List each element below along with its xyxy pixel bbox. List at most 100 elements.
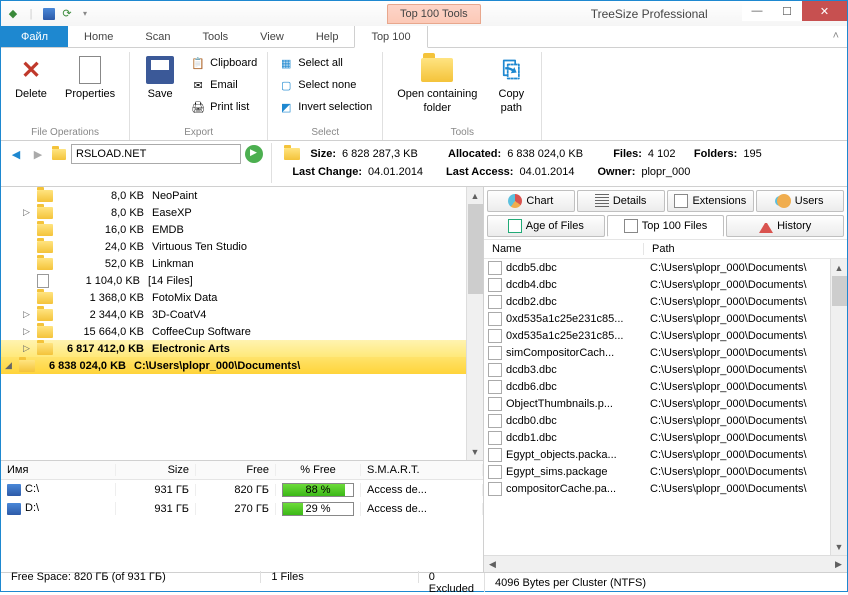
folder-up-icon[interactable] (51, 147, 67, 161)
tree-name: CoffeeCup Software (152, 326, 251, 338)
file-row[interactable]: dcdb2.dbcC:\Users\plopr_000\Documents\ (484, 293, 847, 310)
selectall-button[interactable]: ▦Select all (274, 52, 376, 74)
tab-age[interactable]: Age of Files (487, 215, 605, 237)
drive-row[interactable]: C:\931 ГБ820 ГБ88 %Access de... (1, 480, 483, 499)
properties-button[interactable]: Properties (57, 52, 123, 102)
scroll-down-icon[interactable]: ▼ (831, 538, 847, 555)
tree-row[interactable]: 8,0 KBNeoPaint (1, 187, 483, 204)
email-button[interactable]: ✉Email (186, 74, 261, 96)
qa-save-icon[interactable] (41, 6, 57, 22)
tab-users[interactable]: Users (756, 190, 844, 212)
menu-file[interactable]: Файл (1, 26, 68, 47)
tab-history[interactable]: History (726, 215, 844, 237)
drive-row[interactable]: D:\931 ГБ270 ГБ29 %Access de... (1, 499, 483, 518)
copypath-button[interactable]: ⎘ Copy path (487, 52, 535, 116)
file-row[interactable]: 0xd535a1c25e231c85...C:\Users\plopr_000\… (484, 310, 847, 327)
expand-arrow-icon[interactable]: ▷ (23, 207, 35, 218)
tree-row[interactable]: 1 368,0 KBFotoMix Data (1, 289, 483, 306)
tree-row[interactable]: 16,0 KBEMDB (1, 221, 483, 238)
filelist-col-path[interactable]: Path (644, 243, 847, 255)
tree-row[interactable]: ▷6 817 412,0 KBElectronic Arts (1, 340, 483, 357)
file-row[interactable]: dcdb4.dbcC:\Users\plopr_000\Documents\ (484, 276, 847, 293)
drives-col-pct[interactable]: % Free (276, 464, 361, 476)
file-row[interactable]: dcdb3.dbcC:\Users\plopr_000\Documents\ (484, 361, 847, 378)
tree-row[interactable]: ◢6 838 024,0 KBC:\Users\plopr_000\Docume… (1, 357, 483, 374)
clipboard-button[interactable]: 📋Clipboard (186, 52, 261, 74)
scroll-up-icon[interactable]: ▲ (831, 259, 847, 276)
tree-row[interactable]: ▷15 664,0 KBCoffeeCup Software (1, 323, 483, 340)
minimize-button[interactable]: — (742, 1, 772, 21)
file-list[interactable]: Name Path dcdb5.dbcC:\Users\plopr_000\Do… (484, 237, 847, 572)
tree-row[interactable]: ▷8,0 KBEaseXP (1, 204, 483, 221)
file-row[interactable]: compositorCache.pa...C:\Users\plopr_000\… (484, 480, 847, 497)
scroll-right-icon[interactable]: ▶ (830, 556, 847, 572)
qa-refresh-icon[interactable]: ⟳ (59, 6, 75, 22)
file-row[interactable]: dcdb6.dbcC:\Users\plopr_000\Documents\ (484, 378, 847, 395)
selectnone-icon: ▢ (278, 77, 294, 93)
address-input[interactable] (71, 144, 241, 164)
file-path: C:\Users\plopr_000\Documents\ (646, 483, 847, 495)
drive-icon (7, 503, 21, 515)
filelist-scrollbar[interactable]: ▲ ▼ (830, 259, 847, 555)
file-row[interactable]: dcdb1.dbcC:\Users\plopr_000\Documents\ (484, 429, 847, 446)
collapse-ribbon-icon[interactable]: ˄ (833, 30, 839, 42)
close-button[interactable]: ✕ (802, 1, 847, 21)
file-name: dcdb0.dbc (506, 415, 646, 427)
go-button[interactable] (245, 145, 263, 163)
file-row[interactable]: dcdb5.dbcC:\Users\plopr_000\Documents\ (484, 259, 847, 276)
tab-details[interactable]: Details (577, 190, 665, 212)
delete-button[interactable]: ✕ Delete (7, 52, 55, 102)
tree-row[interactable]: 52,0 KBLinkman (1, 255, 483, 272)
file-list-header[interactable]: Name Path (484, 239, 847, 259)
drives-header[interactable]: Имя Size Free % Free S.M.A.R.T. (1, 461, 483, 480)
scroll-thumb[interactable] (468, 204, 483, 294)
filelist-hscroll[interactable]: ◀ ▶ (484, 555, 847, 572)
tab-chart[interactable]: Chart (487, 190, 575, 212)
file-icon (488, 295, 502, 309)
menu-tools[interactable]: Tools (186, 26, 244, 47)
tree-row[interactable]: ▷2 344,0 KB3D-CoatV4 (1, 306, 483, 323)
drives-col-free[interactable]: Free (196, 464, 276, 476)
nav-forward-button[interactable]: ▶ (29, 145, 47, 163)
file-row[interactable]: 0xd535a1c25e231c85...C:\Users\plopr_000\… (484, 327, 847, 344)
qa-dropdown-icon[interactable]: ▾ (77, 6, 93, 22)
email-icon: ✉ (190, 77, 206, 93)
expand-arrow-icon[interactable]: ▷ (23, 309, 35, 320)
file-row[interactable]: simCompositorCach...C:\Users\plopr_000\D… (484, 344, 847, 361)
scroll-down-icon[interactable]: ▼ (467, 443, 483, 460)
owner-value: plopr_000 (641, 166, 690, 178)
filelist-col-name[interactable]: Name (484, 243, 644, 255)
drives-col-smart[interactable]: S.M.A.R.T. (361, 464, 483, 476)
maximize-button[interactable]: ☐ (772, 1, 802, 21)
file-row[interactable]: ObjectThumbnails.p...C:\Users\plopr_000\… (484, 395, 847, 412)
scroll-up-icon[interactable]: ▲ (467, 187, 483, 204)
folder-tree[interactable]: 8,0 KBNeoPaint▷8,0 KBEaseXP16,0 KBEMDB24… (1, 187, 483, 460)
tree-row[interactable]: 24,0 KBVirtuous Ten Studio (1, 238, 483, 255)
file-row[interactable]: Egypt_sims.packageC:\Users\plopr_000\Doc… (484, 463, 847, 480)
menu-help[interactable]: Help (300, 26, 355, 47)
drives-col-size[interactable]: Size (116, 464, 196, 476)
openfolder-button[interactable]: Open containing folder (389, 52, 485, 116)
tree-row[interactable]: 1 104,0 KB[14 Files] (1, 272, 483, 289)
invert-button[interactable]: ◩Invert selection (274, 96, 376, 118)
menu-view[interactable]: View (244, 26, 300, 47)
tabs-row-1: Chart Details Extensions Users (484, 187, 847, 212)
nav-back-button[interactable]: ◀ (7, 145, 25, 163)
expand-arrow-icon[interactable]: ▷ (23, 326, 35, 337)
expand-arrow-icon[interactable]: ▷ (23, 343, 35, 354)
menu-top100[interactable]: Top 100 (354, 26, 427, 48)
menu-home[interactable]: Home (68, 26, 129, 47)
menu-scan[interactable]: Scan (129, 26, 186, 47)
scroll-left-icon[interactable]: ◀ (484, 556, 501, 572)
drives-col-name[interactable]: Имя (1, 464, 116, 476)
save-button[interactable]: Save (136, 52, 184, 102)
expand-arrow-icon[interactable]: ◢ (5, 360, 17, 371)
selectnone-button[interactable]: ▢Select none (274, 74, 376, 96)
printlist-button[interactable]: 🖨Print list (186, 96, 261, 118)
tab-top100[interactable]: Top 100 Files (607, 215, 725, 237)
file-row[interactable]: Egypt_objects.packa...C:\Users\plopr_000… (484, 446, 847, 463)
scroll-thumb[interactable] (832, 276, 847, 306)
file-row[interactable]: dcdb0.dbcC:\Users\plopr_000\Documents\ (484, 412, 847, 429)
tab-extensions[interactable]: Extensions (667, 190, 755, 212)
tree-scrollbar[interactable]: ▲ ▼ (466, 187, 483, 460)
